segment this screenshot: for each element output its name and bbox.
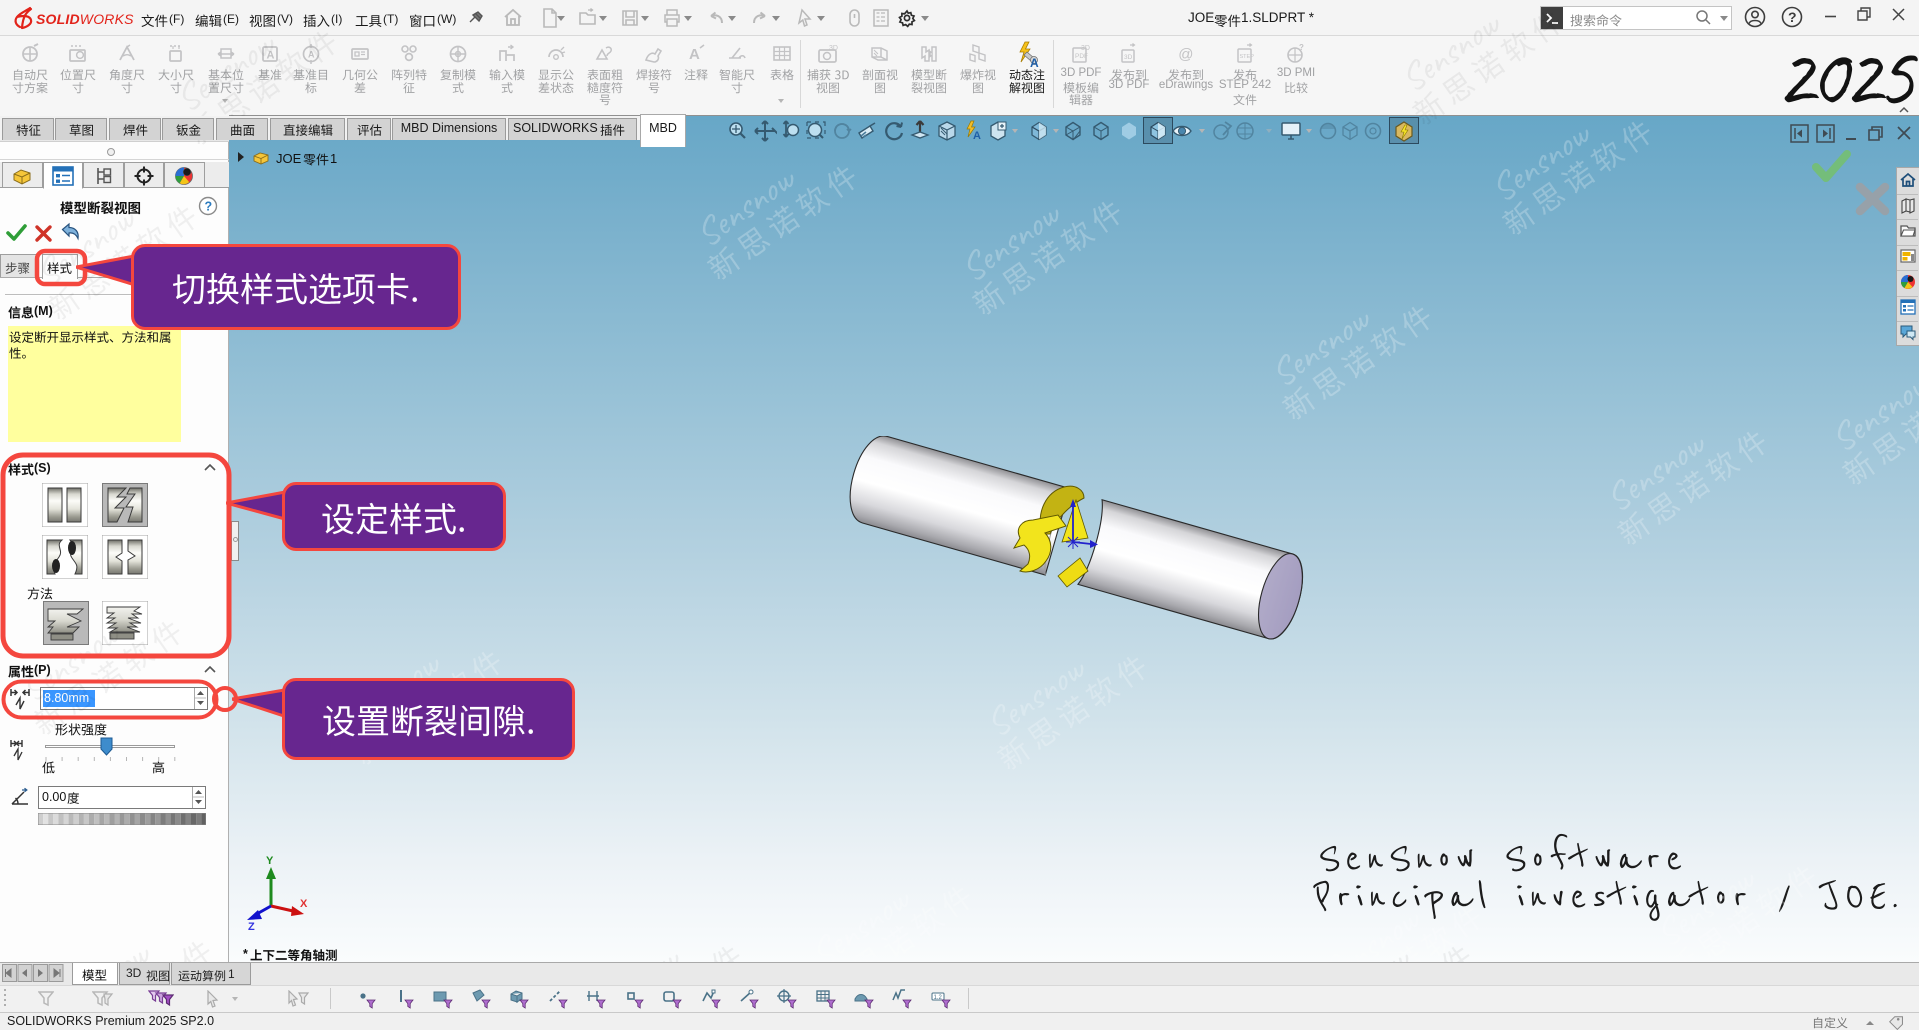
svg-text:A: A bbox=[689, 46, 700, 63]
svg-text:STEP: STEP bbox=[1240, 54, 1255, 60]
svg-text:SOLIDWORKS: SOLIDWORKS bbox=[36, 11, 134, 27]
svg-text:A: A bbox=[973, 130, 981, 142]
svg-text:Y: Y bbox=[266, 855, 274, 867]
svg-text:3D: 3D bbox=[1081, 45, 1090, 52]
svg-text:3D: 3D bbox=[1124, 54, 1133, 61]
svg-text:?: ? bbox=[205, 200, 213, 214]
svg-text:3D: 3D bbox=[829, 45, 838, 52]
svg-text:1.2: 1.2 bbox=[933, 995, 942, 1001]
svg-text:X: X bbox=[300, 898, 308, 910]
svg-text:PDF: PDF bbox=[1075, 53, 1088, 60]
svg-text:Z: Z bbox=[248, 921, 255, 933]
svg-text:?: ? bbox=[1299, 43, 1304, 52]
svg-text:@: @ bbox=[1178, 46, 1193, 63]
